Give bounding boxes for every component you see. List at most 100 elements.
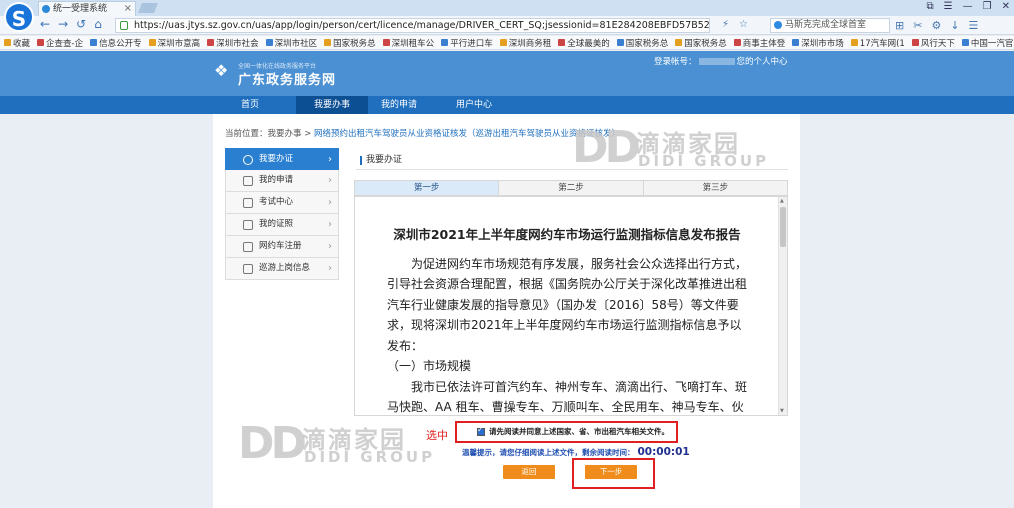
sidebar-item-label: 我要办证 [259, 154, 294, 164]
sidebar-item-exam-center[interactable]: 考试中心 › [225, 192, 339, 214]
step-1: 第一步 [355, 181, 500, 195]
bookmark-item[interactable]: 国家税务总 [324, 37, 376, 49]
exam-icon [243, 198, 253, 208]
url-input[interactable]: https://uas.jtys.sz.gov.cn/uas/app/login… [115, 18, 710, 33]
site-logo-icon[interactable]: ❖ [214, 62, 232, 80]
screenshot-icon[interactable]: ✂ [913, 19, 922, 32]
back-button[interactable]: 返回 [503, 465, 555, 479]
sidebar-item-taxi-duty-info[interactable]: 巡游上岗信息 › [225, 258, 339, 280]
address-bar: ← → ↺ ⌂ https://uas.jtys.sz.gov.cn/uas/a… [0, 16, 1014, 35]
bookmark-favicon-icon [499, 39, 507, 46]
bookmark-favicon-icon [616, 39, 624, 46]
reading-timer: 温馨提示，请您仔细阅读上述文件，剩余阅读时间： 00:00:01 [462, 446, 690, 458]
sidebar-item-my-applications[interactable]: 我的申请 › [225, 170, 339, 192]
window-maximize-icon[interactable]: ❐ [983, 1, 992, 12]
bookmark-item[interactable]: 信息公开专 [90, 37, 142, 49]
settings-icon[interactable]: ⚙ [931, 19, 941, 32]
document-body: 深圳市2021年上半年度网约车市场运行监测指标信息发布报告 为促进网约车市场规范… [387, 225, 748, 415]
main-nav: 首页 我要办事 我的申请 用户中心 [0, 96, 1014, 114]
window-close-icon[interactable]: ✕ [1002, 1, 1010, 12]
back-icon[interactable]: ← [40, 17, 50, 31]
bookmark-favicon-icon [324, 39, 332, 46]
tab-close-icon[interactable]: × [124, 2, 132, 16]
document-scrollbar[interactable]: ▲ ▼ [778, 197, 787, 415]
agree-text[interactable]: 请先阅读并同意上述国家、省、市出租汽车相关文件。 [489, 426, 669, 437]
browser-search-input[interactable]: 马斯克完成全球首室 [770, 18, 890, 33]
bookmark-item[interactable]: 深圳市社区 [265, 37, 317, 49]
next-button[interactable]: 下一步 [585, 465, 637, 479]
bookmark-item[interactable]: 风行天下 [911, 37, 955, 49]
reload-icon[interactable]: ↺ [76, 17, 86, 31]
tab-favicon-icon [42, 5, 50, 13]
sidebar-item-label: 考试中心 [259, 197, 294, 207]
bookmarks-bar: 收藏 企查查-企 信息公开专 深圳市意高 深圳市社会 深圳市社区 国家税务总 深圳租车公 平行进… [0, 36, 1014, 50]
document-viewer[interactable]: 深圳市2021年上半年度网约车市场运行监测指标信息发布报告 为促进网约车市场规范… [354, 196, 788, 416]
bookmark-label: 商事主体登 [742, 38, 786, 49]
bookmark-favicon-icon [558, 39, 566, 46]
sidebar-item-my-certificates[interactable]: 我的证照 › [225, 214, 339, 236]
nav-user-center[interactable]: 用户中心 [438, 96, 510, 114]
bookmark-label: 深圳市社会 [216, 38, 259, 49]
search-text: 马斯克完成全球首室 [785, 20, 867, 30]
agree-checkbox[interactable] [477, 425, 485, 436]
breadcrumb: 当前位置：我要办事 > 网络预约出租汽车驾驶员从业资格证核发（巡游出租汽车驾驶员… [225, 127, 620, 139]
bookmark-item[interactable]: 17汽车网(1 [850, 37, 905, 49]
site-logo-title[interactable]: 广东政务服务网 [238, 69, 336, 88]
scroll-up-icon[interactable]: ▲ [780, 198, 784, 204]
nav-buttons: ← → ↺ ⌂ [40, 17, 102, 31]
bookmark-item[interactable]: 平行进口车 [441, 37, 493, 49]
speed-mode-icon[interactable]: ⚡ [722, 19, 729, 30]
browser-tab[interactable]: 统一受理系统 × [38, 1, 136, 16]
nav-my-applications[interactable]: 我的申请 [363, 96, 435, 114]
bookmark-favicon-icon [441, 39, 449, 46]
sidebar-item-ride-hailing-register[interactable]: 网约车注册 › [225, 236, 339, 258]
step-3: 第三步 [643, 181, 787, 195]
nav-home[interactable]: 首页 [214, 96, 286, 114]
breadcrumb-link[interactable]: 网络预约出租汽车驾驶员从业资格证核发（巡游出租汽车驾驶员从业资格证核发） [314, 129, 620, 139]
browser-logo-icon[interactable]: S [4, 2, 34, 32]
home-icon[interactable]: ⌂ [94, 17, 102, 31]
bookmark-item[interactable]: 商事主体登 [733, 37, 786, 49]
timer-value: 00:00:01 [637, 446, 690, 458]
sidebar-item-apply[interactable]: 我要办证 › [225, 148, 339, 170]
window-minimize-icon[interactable]: — [963, 1, 973, 12]
bookmark-label: 深圳租车公 [391, 38, 435, 49]
personal-center-link[interactable]: 您的个人中心 [737, 57, 788, 67]
chevron-right-icon: › [328, 263, 332, 274]
window-menu-icon[interactable]: ☰ [944, 1, 953, 12]
tab-title: 统一受理系统 [53, 4, 108, 14]
chevron-right-icon: › [328, 197, 332, 208]
scroll-down-icon[interactable]: ▼ [780, 408, 784, 414]
bookmark-label: 中国一汽官 [970, 38, 1014, 49]
forward-icon[interactable]: → [58, 17, 68, 31]
bookmark-item[interactable]: 国家税务总 [675, 37, 727, 49]
bookmark-label: 风行天下 [920, 38, 955, 49]
scroll-thumb[interactable] [780, 207, 786, 247]
chevron-right-icon: › [328, 241, 332, 252]
bookmark-item[interactable]: 全球最美的 [558, 37, 610, 49]
window-controls: ⧉ ☰ — ❐ ✕ [927, 1, 1010, 12]
bookmark-favicon-icon [733, 39, 741, 46]
bookmark-item[interactable]: 国家税务总 [616, 37, 668, 49]
bookmark-label: 收藏 [13, 38, 31, 49]
bookmark-item[interactable]: 深圳市社会 [207, 37, 259, 49]
star-icon[interactable]: ☆ [739, 19, 748, 30]
bookmark-item[interactable]: 深圳市意高 [148, 37, 200, 49]
bookmark-item[interactable]: 深圳市市场 [792, 37, 844, 49]
apps-icon[interactable]: ⊞ [895, 19, 904, 32]
bookmark-label: 平行进口车 [450, 38, 493, 49]
bookmark-favicon-icon [850, 39, 858, 46]
bookmark-item[interactable]: 深圳商务租 [499, 37, 551, 49]
bookmark-label: 信息公开专 [99, 38, 142, 49]
bookmark-item[interactable]: 收藏 [4, 37, 30, 49]
download-icon[interactable]: ↓ [950, 19, 959, 32]
menu-icon[interactable]: ☰ [969, 19, 979, 32]
bookmark-item[interactable]: 中国一汽官 [961, 37, 1014, 49]
bookmark-item[interactable]: 企查查-企 [37, 37, 83, 49]
window-restore-icon[interactable]: ⧉ [927, 1, 934, 12]
panel-title: 我要办证 [356, 152, 788, 170]
document-paragraph: 为促进网约车市场规范有序发展，服务社会公众选择出行方式，引导社会资源合理配置，根… [387, 256, 748, 353]
bookmark-item[interactable]: 深圳租车公 [382, 37, 435, 49]
bookmark-favicon-icon [90, 39, 98, 46]
nav-services[interactable]: 我要办事 [296, 96, 368, 114]
